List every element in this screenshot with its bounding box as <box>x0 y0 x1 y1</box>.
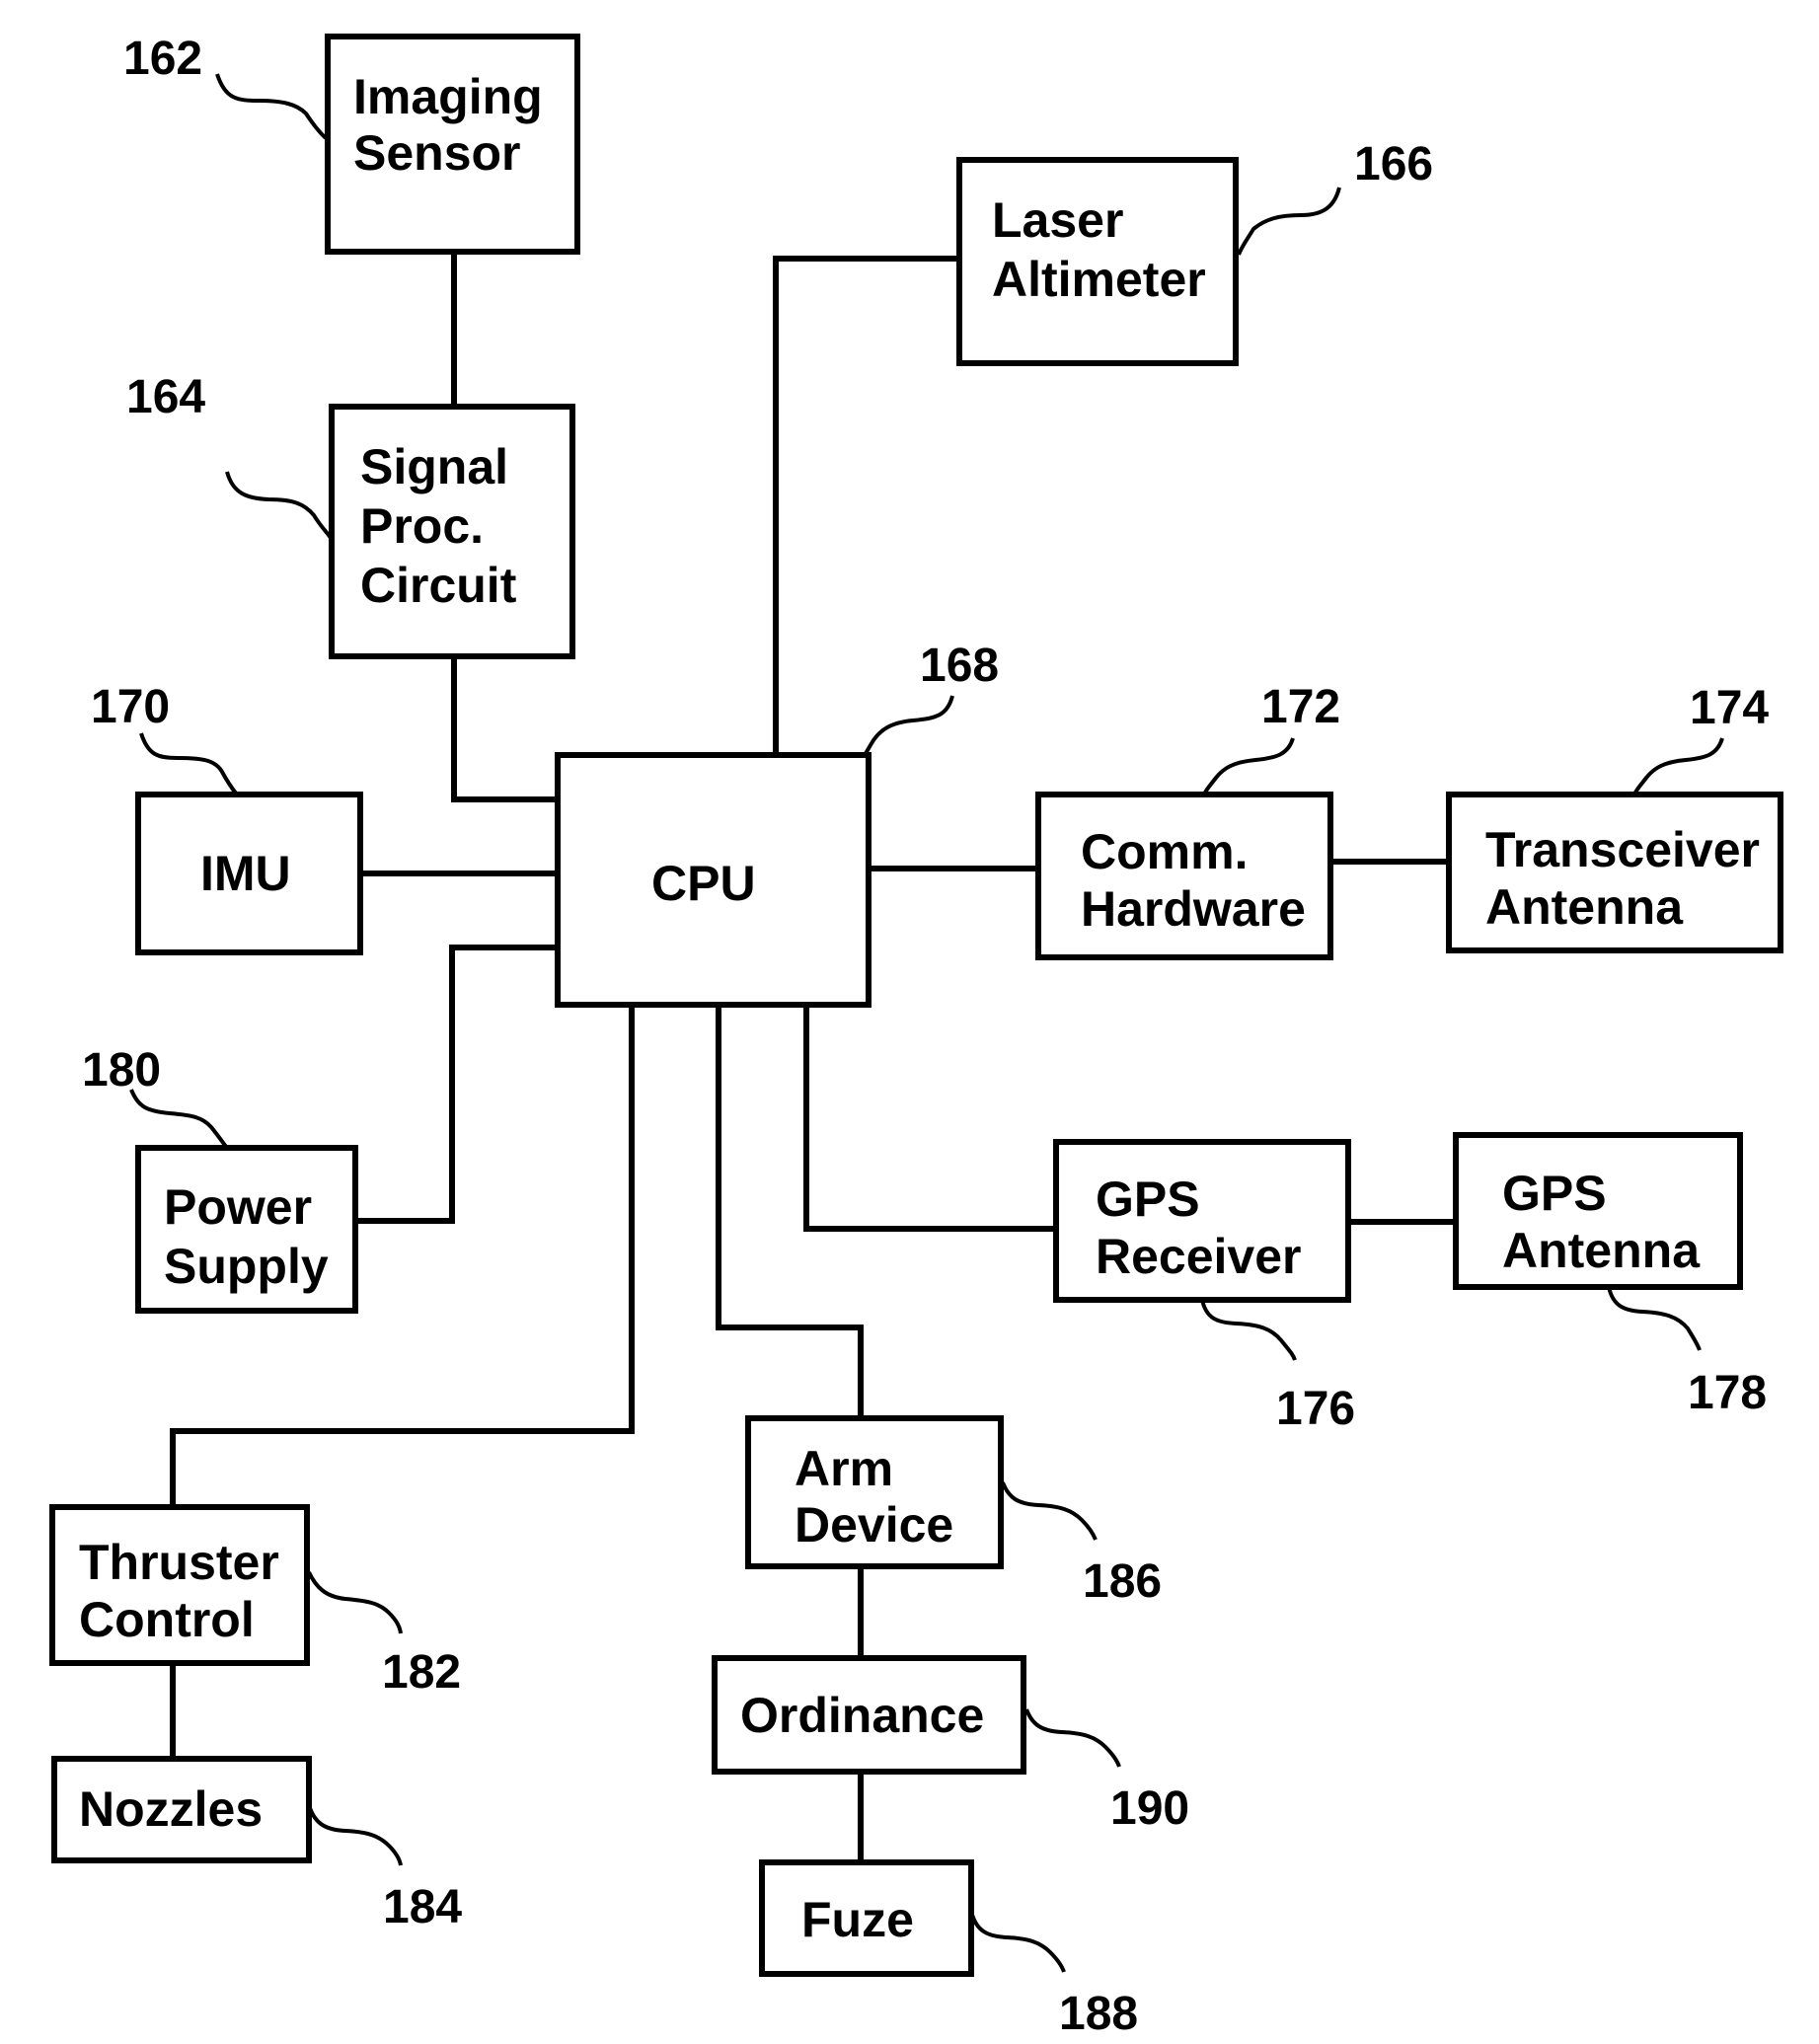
block-thruster-control: Thruster Control <box>49 1504 310 1666</box>
ref-182: 182 <box>382 1646 461 1699</box>
block-power-supply: Power Supply <box>135 1145 358 1314</box>
laser-altimeter-label-line1: Laser <box>992 192 1123 248</box>
block-arm-device: Arm Device <box>745 1415 1004 1569</box>
ordinance-label: Ordinance <box>740 1688 984 1743</box>
arm-device-label-line2: Device <box>795 1497 953 1552</box>
wire-signal-to-cpu <box>451 656 558 802</box>
leader-174 <box>1632 737 1724 795</box>
comm-hardware-label-line1: Comm. <box>1081 824 1248 879</box>
ref-184: 184 <box>383 1881 462 1933</box>
ref-178: 178 <box>1688 1367 1767 1419</box>
leader-184 <box>308 1807 403 1866</box>
block-fuze: Fuze <box>759 1859 974 1977</box>
block-imaging-sensor: Imaging Sensor <box>325 34 580 255</box>
leader-180 <box>129 1089 229 1150</box>
leader-168 <box>863 695 954 757</box>
block-gps-receiver: GPS Receiver <box>1053 1139 1351 1303</box>
leader-186 <box>1001 1481 1098 1541</box>
block-transceiver-antenna: Transceiver Antenna <box>1446 792 1783 953</box>
gps-antenna-label-line2: Antenna <box>1502 1223 1701 1278</box>
thruster-control-label-line1: Thruster <box>79 1535 279 1590</box>
arm-device-label-line1: Arm <box>795 1441 893 1496</box>
block-cpu: CPU <box>555 752 872 1008</box>
leader-162 <box>215 73 328 140</box>
ref-172: 172 <box>1261 681 1340 733</box>
leader-188 <box>970 1914 1066 1973</box>
imaging-sensor-label-line2: Sensor <box>353 125 521 181</box>
block-imu: IMU <box>135 792 363 955</box>
leader-170 <box>139 732 239 796</box>
ref-164: 164 <box>126 371 205 423</box>
transceiver-antenna-label-line1: Transceiver <box>1485 822 1760 877</box>
power-supply-label-line2: Supply <box>164 1239 329 1294</box>
nozzles-label: Nozzles <box>79 1781 263 1837</box>
ref-190: 190 <box>1110 1782 1189 1835</box>
imaging-sensor-label-line1: Imaging <box>353 69 543 124</box>
ref-168: 168 <box>920 640 999 692</box>
comm-hardware-label-line2: Hardware <box>1081 881 1306 937</box>
imu-label: IMU <box>200 846 291 901</box>
block-nozzles: Nozzles <box>51 1756 312 1863</box>
laser-altimeter-label-line2: Altimeter <box>992 252 1206 307</box>
wire-cpu-to-gps-receiver <box>803 1005 1056 1232</box>
power-supply-label-line1: Power <box>164 1179 312 1235</box>
block-diagram: Imaging Sensor Signal Proc. Circuit Lase… <box>49 33 1783 2040</box>
ref-174: 174 <box>1690 682 1769 734</box>
leader-164 <box>225 471 333 540</box>
thruster-control-label-line2: Control <box>79 1592 255 1647</box>
transceiver-antenna-label-line2: Antenna <box>1485 879 1684 935</box>
gps-receiver-label-line2: Receiver <box>1096 1229 1302 1284</box>
block-signal-proc: Signal Proc. Circuit <box>329 404 575 659</box>
ref-188: 188 <box>1059 1988 1138 2040</box>
block-laser-altimeter: Laser Altimeter <box>956 157 1239 366</box>
leader-172 <box>1202 737 1295 795</box>
ref-176: 176 <box>1276 1383 1355 1435</box>
signal-proc-label-line1: Signal <box>360 439 508 494</box>
leader-166 <box>1237 187 1341 256</box>
signal-proc-label-line3: Circuit <box>360 558 517 613</box>
block-gps-antenna: GPS Antenna <box>1453 1132 1743 1290</box>
gps-antenna-label-line1: GPS <box>1502 1166 1607 1221</box>
wire-cpu-to-arm <box>716 1005 864 1418</box>
gps-receiver-label-line1: GPS <box>1096 1172 1200 1227</box>
leader-178 <box>1607 1286 1702 1351</box>
cpu-label: CPU <box>651 856 756 911</box>
ref-162: 162 <box>123 33 202 85</box>
leader-176 <box>1200 1299 1297 1361</box>
ref-186: 186 <box>1083 1555 1162 1608</box>
leader-182 <box>307 1571 403 1634</box>
signal-proc-label-line2: Proc. <box>360 498 484 554</box>
leader-190 <box>1024 1708 1121 1768</box>
ref-166: 166 <box>1354 138 1433 190</box>
block-comm-hardware: Comm. Hardware <box>1035 792 1333 960</box>
wire-power-to-cpu <box>355 945 558 1224</box>
fuze-label: Fuze <box>801 1892 914 1947</box>
ref-180: 180 <box>82 1044 161 1097</box>
ref-170: 170 <box>91 681 170 733</box>
block-ordinance: Ordinance <box>712 1655 1026 1775</box>
